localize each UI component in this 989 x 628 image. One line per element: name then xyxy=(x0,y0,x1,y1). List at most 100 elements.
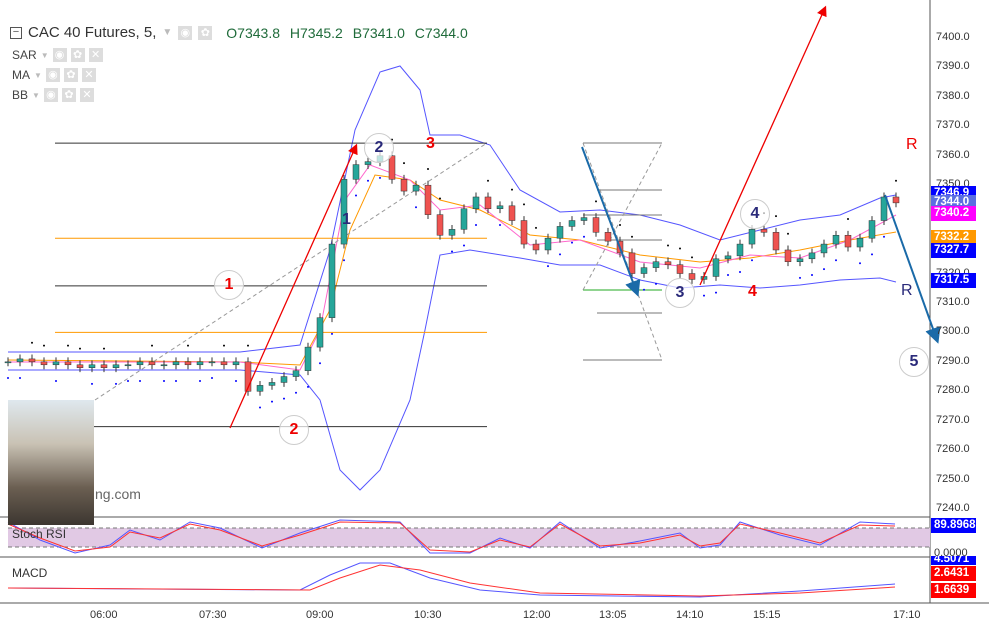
sar-dot xyxy=(223,344,225,347)
resistance-label-red[interactable]: R xyxy=(906,136,918,154)
candle xyxy=(592,217,600,233)
sar-dot xyxy=(187,344,189,347)
sar-dot xyxy=(451,250,453,253)
candle xyxy=(688,273,696,280)
sar-dot xyxy=(163,379,165,382)
eye-icon[interactable]: ◉ xyxy=(52,48,67,62)
collapse-icon[interactable]: − xyxy=(10,26,22,39)
candle xyxy=(604,232,612,242)
sar-dot xyxy=(715,291,717,294)
candle xyxy=(460,208,468,230)
close-icon[interactable]: ✕ xyxy=(81,68,96,82)
sar-dot xyxy=(559,253,561,256)
price-tick: 7400.0 xyxy=(936,31,970,43)
candle xyxy=(4,361,12,364)
close-icon[interactable]: ✕ xyxy=(88,48,103,62)
indicator-sar[interactable]: SAR ▼ ◉ ✿ ✕ xyxy=(12,48,103,62)
sar-dot xyxy=(799,276,801,279)
candle xyxy=(736,243,744,257)
wave-label-red-1[interactable]: 1 xyxy=(214,270,244,300)
stoch-value-tag: 89.8968 xyxy=(931,518,976,533)
candle xyxy=(100,364,108,368)
eye-icon[interactable]: ◉ xyxy=(178,25,193,40)
candle xyxy=(568,220,576,227)
candle xyxy=(76,364,84,368)
wave-label-blue-1[interactable]: 1 xyxy=(342,211,351,229)
close-icon[interactable]: ✕ xyxy=(79,88,94,102)
chevron-down-icon[interactable]: ▼ xyxy=(34,71,42,80)
wave-label-red-3[interactable]: 3 xyxy=(426,135,435,153)
candle xyxy=(844,234,852,248)
symbol-title: CAC 40 Futures, 5, xyxy=(28,24,157,41)
candle xyxy=(496,205,504,210)
sar-dot xyxy=(211,377,213,380)
sar-dot xyxy=(271,400,273,403)
time-tick: 07:30 xyxy=(199,609,227,621)
candle xyxy=(412,184,420,192)
macd-label[interactable]: MACD xyxy=(12,566,47,580)
gear-icon[interactable]: ✿ xyxy=(70,48,85,62)
chevron-down-icon[interactable]: ▼ xyxy=(32,91,40,100)
price-tag: 7327.7 xyxy=(931,242,976,258)
sar-dot xyxy=(811,273,813,276)
candle xyxy=(580,217,588,221)
wave-label-blue-5[interactable]: 5 xyxy=(899,347,929,377)
chevron-down-icon[interactable]: ▼ xyxy=(162,27,172,38)
candle xyxy=(88,364,96,368)
wave-label-red-2[interactable]: 2 xyxy=(279,415,309,445)
resistance-label-blue[interactable]: R xyxy=(901,282,913,300)
sar-dot xyxy=(355,194,357,197)
time-tick: 06:00 xyxy=(90,609,118,621)
candle xyxy=(436,214,444,236)
sar-dot xyxy=(439,197,441,200)
moving-average-fast xyxy=(8,164,897,371)
indicator-bb[interactable]: BB ▼ ◉ ✿ ✕ xyxy=(12,88,94,102)
gear-icon[interactable]: ✿ xyxy=(61,88,76,102)
eye-icon[interactable]: ◉ xyxy=(45,68,60,82)
price-tick: 7250.0 xyxy=(936,472,970,485)
gear-icon[interactable]: ✿ xyxy=(63,68,78,82)
sar-dot xyxy=(367,179,369,182)
eye-icon[interactable]: ◉ xyxy=(43,88,58,102)
sar-dot xyxy=(823,268,825,271)
candle xyxy=(484,196,492,210)
indicator-label: SAR xyxy=(12,48,37,62)
candle xyxy=(160,364,168,367)
sar-dot xyxy=(235,379,237,382)
candle xyxy=(280,376,288,383)
chart-canvas[interactable] xyxy=(0,0,989,628)
candle xyxy=(652,261,660,268)
sar-dot xyxy=(835,259,837,262)
candle xyxy=(664,261,672,265)
chevron-down-icon[interactable]: ▼ xyxy=(41,51,49,60)
stoch-rsi-label[interactable]: Stoch RSI xyxy=(12,527,66,541)
gear-icon[interactable]: ✿ xyxy=(198,25,213,40)
wave-label-blue-2[interactable]: 2 xyxy=(364,133,394,163)
bid-value: B7341.0 xyxy=(352,24,405,41)
wave-label-blue-4[interactable]: 4 xyxy=(740,199,770,229)
wave-label-blue-3[interactable]: 3 xyxy=(665,278,695,308)
sar-dot xyxy=(343,259,345,262)
sar-dot xyxy=(643,288,645,291)
sar-dot xyxy=(883,235,885,238)
candle xyxy=(424,184,432,215)
candle xyxy=(472,196,480,210)
price-tick: 7310.0 xyxy=(936,295,970,308)
sar-dot xyxy=(535,226,537,229)
candle xyxy=(364,161,372,165)
candle xyxy=(352,164,360,180)
price-tick: 7260.0 xyxy=(936,443,970,456)
sar-dot xyxy=(127,379,129,382)
wave-label-red-4[interactable]: 4 xyxy=(748,283,757,301)
candle xyxy=(892,196,900,204)
sar-dot xyxy=(739,271,741,274)
indicator-label: BB xyxy=(12,88,29,102)
red-arrow xyxy=(229,143,358,429)
indicator-label: MA xyxy=(12,68,30,82)
macd-value-tag: 4.5071 xyxy=(931,556,976,565)
macd-hist-tag: 1.6639 xyxy=(931,583,976,598)
high-value: H7345.2 xyxy=(289,24,343,41)
candle xyxy=(304,346,312,371)
blue-arrow xyxy=(581,146,641,297)
indicator-ma[interactable]: MA ▼ ◉ ✿ ✕ xyxy=(12,68,96,82)
